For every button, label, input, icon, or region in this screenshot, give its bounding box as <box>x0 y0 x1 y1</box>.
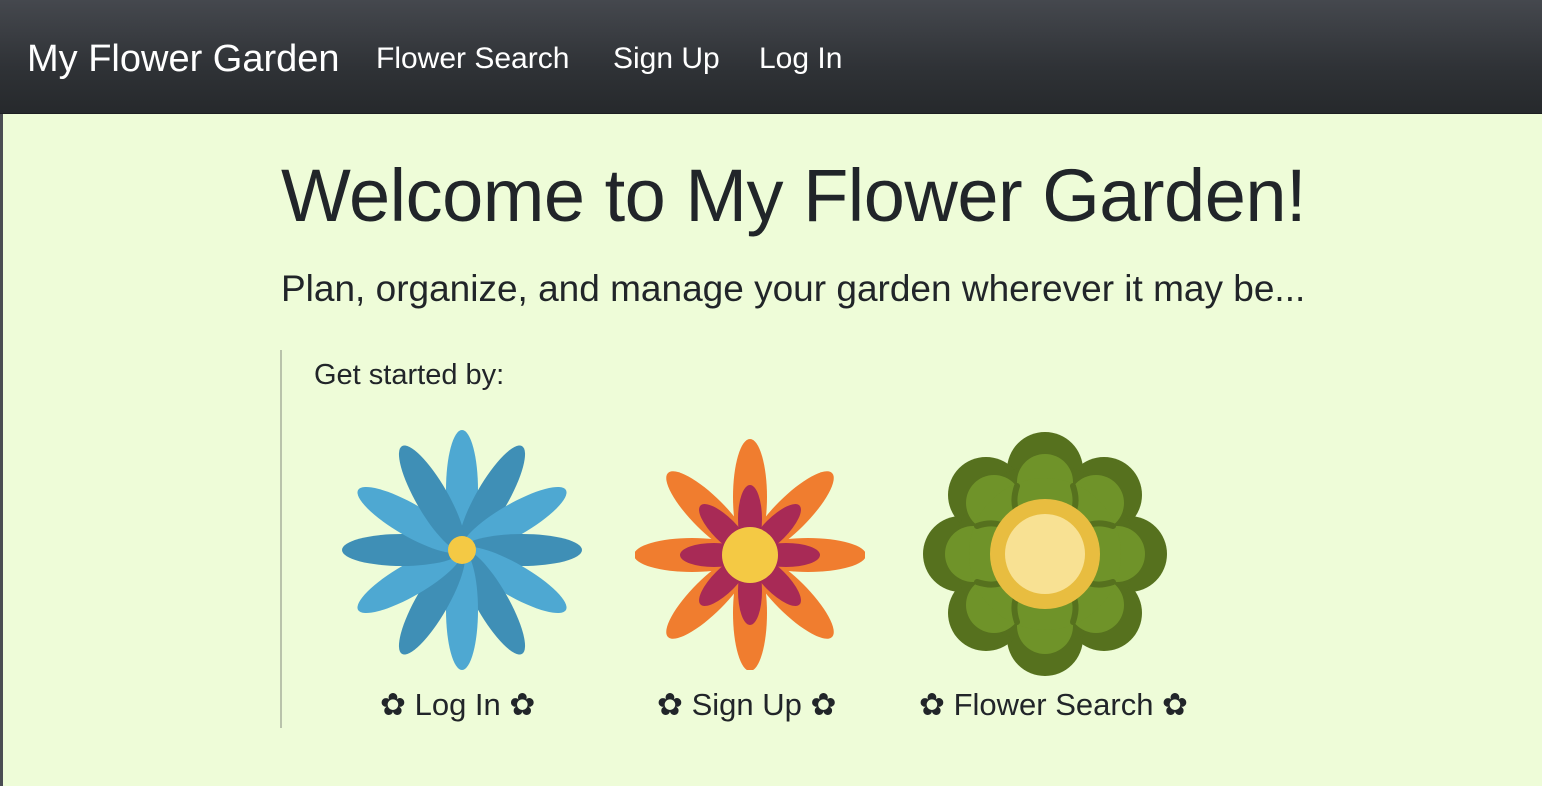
sign-up-option-label[interactable]: ✿ Sign Up ✿ <box>657 686 836 724</box>
sign-up-option[interactable]: ✿ Sign Up ✿ <box>635 430 865 730</box>
page-title: Welcome to My Flower Garden! <box>281 154 1307 237</box>
flower-search-option[interactable]: ✿ Flower Search ✿ <box>915 430 1195 730</box>
window-edge <box>0 0 3 786</box>
log-in-option-label[interactable]: ✿ Log In ✿ <box>380 686 535 724</box>
log-in-option[interactable]: ✿ Log In ✿ <box>340 430 585 730</box>
nav-flower-search-link[interactable]: Flower Search <box>376 40 569 78</box>
flower-center <box>448 536 476 564</box>
flower-search-option-label[interactable]: ✿ Flower Search ✿ <box>919 686 1188 724</box>
brand-link[interactable]: My Flower Garden <box>27 36 340 82</box>
get-started-label: Get started by: <box>314 359 505 391</box>
flower-center <box>722 527 778 583</box>
flower-center <box>1005 514 1085 594</box>
blue-daisy-flower-icon[interactable] <box>340 430 585 670</box>
green-flower-icon[interactable] <box>915 430 1195 680</box>
page-subtitle: Plan, organize, and manage your garden w… <box>281 268 1306 309</box>
navbar: My Flower Garden Flower Search Sign Up L… <box>0 0 1542 114</box>
nav-log-in-link[interactable]: Log In <box>759 40 842 78</box>
nav-sign-up-link[interactable]: Sign Up <box>613 40 720 78</box>
orange-flower-icon[interactable] <box>635 430 865 670</box>
